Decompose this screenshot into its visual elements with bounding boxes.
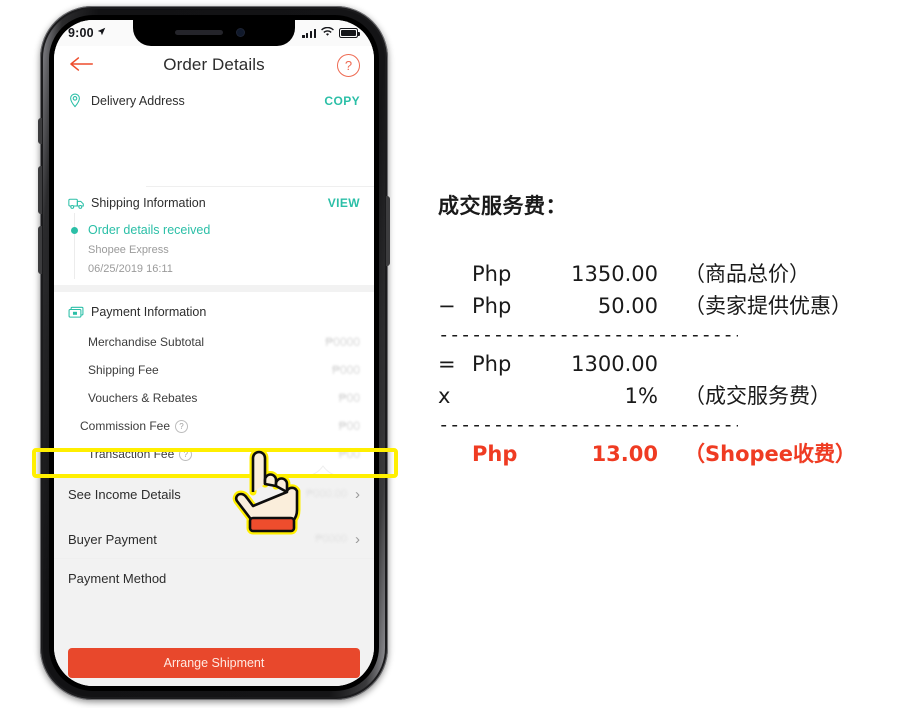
help-icon[interactable]: ? [337, 53, 360, 77]
currency: Php [472, 262, 512, 286]
page-title: Order Details [163, 55, 265, 74]
buyer-payment-label: Buyer Payment [68, 531, 157, 547]
status-time-label: 9:00 [68, 26, 94, 40]
fee-label: Merchandise Subtotal [88, 335, 205, 349]
courier-name: Shopee Express [88, 244, 169, 256]
currency: Php [472, 442, 518, 466]
divider-rule: ------------------------------------ [438, 414, 738, 436]
buyer-payment-value-redacted: ₱0000 [315, 533, 347, 545]
shipping-timestamp: 06/25/2019 16:11 [88, 263, 173, 275]
earpiece-speaker-icon [175, 30, 223, 35]
fee-row[interactable]: Shipping Fee ₱000 [54, 356, 374, 384]
payment-method-row[interactable]: Payment Method [54, 558, 374, 597]
income-value-redacted: ₱000.00 [306, 488, 347, 500]
banknote-icon [68, 306, 86, 319]
note: （商品总价） [684, 262, 810, 286]
volume-up-button[interactable] [38, 166, 42, 214]
delivery-address-header: Delivery Address COPY [54, 84, 374, 118]
wifi-icon [321, 24, 334, 42]
shipping-status-row: Order details received [54, 219, 374, 241]
delivery-address-value-redacted [54, 118, 374, 186]
fee-value-redacted: ₱00 [338, 391, 360, 405]
nav-bar: Order Details ? [54, 46, 374, 84]
location-pin-icon [68, 93, 86, 109]
back-arrow-icon[interactable] [68, 53, 94, 77]
calculation-row: − Php 50.00 （卖家提供优惠） [438, 290, 908, 322]
location-arrow-icon [97, 27, 106, 39]
calculation-row: x 1% （成交服务费） [438, 380, 908, 412]
payment-information-card: Payment Information Merchandise Subtotal… [54, 292, 374, 475]
timestamp-row: 06/25/2019 16:11 [54, 260, 374, 279]
calculation-row: Php 1350.00 （商品总价） [438, 258, 908, 290]
commission-fee-label: Commission Fee [80, 419, 171, 433]
amount: 13.00 [591, 442, 658, 466]
silent-switch-button[interactable] [38, 118, 42, 144]
delivery-address-label: Delivery Address [91, 94, 185, 108]
shipping-status-text: Order details received [88, 223, 211, 237]
delivery-address-card: Delivery Address COPY [54, 84, 374, 187]
fee-label: Shipping Fee [88, 363, 159, 377]
courier-row: Shopee Express [54, 241, 374, 260]
commission-fee-row[interactable]: Commission Fee ? ₱00 [54, 412, 374, 440]
power-button[interactable] [386, 196, 390, 266]
chevron-right-icon[interactable]: › [355, 486, 360, 503]
payment-method-label: Payment Method [68, 570, 167, 586]
section-gap [54, 285, 374, 292]
shipping-information-label: Shipping Information [91, 196, 206, 210]
calculation-row: = Php 1300.00 [438, 348, 908, 380]
battery-icon [339, 28, 360, 38]
operator: = [438, 352, 456, 376]
calculation-total-row: Php 13.00 （Shopee收费） [438, 438, 908, 470]
payment-information-label: Payment Information [91, 305, 207, 319]
amount: 1350.00 [571, 262, 658, 286]
copy-address-button[interactable]: COPY [324, 94, 360, 108]
see-income-details-row[interactable]: See Income Details ₱000.00 › [54, 474, 374, 513]
shipping-information-header: Shipping Information VIEW [54, 187, 374, 219]
chevron-right-icon[interactable]: › [355, 531, 360, 548]
fee-row[interactable]: Vouchers & Rebates ₱00 [54, 384, 374, 412]
view-shipping-button[interactable]: VIEW [328, 196, 360, 210]
arrange-shipment-button[interactable]: Arrange Shipment [68, 648, 360, 678]
amount: 50.00 [597, 294, 658, 318]
shipping-information-card: Shipping Information VIEW Order details … [54, 187, 374, 285]
operator: − [438, 294, 456, 318]
front-camera-icon [237, 29, 244, 36]
volume-down-button[interactable] [38, 226, 42, 274]
note: （卖家提供优惠） [684, 294, 852, 318]
calculation-title: 成交服务费： [438, 194, 567, 218]
amount: 1300.00 [571, 352, 658, 376]
amount: 1% [624, 384, 658, 408]
payment-information-header: Payment Information [54, 296, 374, 328]
divider-rule: ------------------------------------ [438, 324, 738, 346]
commission-fee-info-icon[interactable]: ? [175, 419, 189, 433]
currency: Php [472, 352, 512, 376]
operator: x [438, 384, 451, 408]
order-details-content: Delivery Address COPY Shipping Informati… [54, 84, 374, 686]
cellular-signal-icon [302, 28, 316, 38]
commission-calculation-panel: 成交服务费： Php 1350.00 （商品总价） − Php 50.00 （卖… [438, 190, 908, 470]
buyer-payment-row[interactable]: Buyer Payment ₱0000 › [54, 520, 374, 558]
commission-fee-value-redacted: ₱00 [338, 419, 360, 433]
status-indicators [302, 24, 360, 42]
see-income-details-label: See Income Details [68, 486, 181, 502]
fee-row[interactable]: Merchandise Subtotal ₱0000 [54, 328, 374, 356]
fee-value-redacted: ₱000 [331, 363, 360, 377]
note: （成交服务费） [684, 384, 831, 408]
status-dot-icon [71, 226, 78, 234]
phone-notch [133, 20, 295, 46]
fee-label: Vouchers & Rebates [88, 391, 198, 405]
commission-fee-highlight-box [32, 448, 398, 478]
status-time: 9:00 [68, 26, 106, 40]
section-gap [54, 513, 374, 520]
phone-screen: 9:00 Order Details ? Delivery Address CO… [54, 20, 374, 686]
currency: Php [472, 294, 512, 318]
phone-mockup: 9:00 Order Details ? Delivery Address CO… [32, 6, 398, 700]
note: （Shopee收费） [684, 442, 857, 466]
fee-value-redacted: ₱0000 [325, 335, 360, 349]
delivery-truck-icon [68, 197, 86, 210]
pointing-hand-cursor [228, 446, 302, 540]
